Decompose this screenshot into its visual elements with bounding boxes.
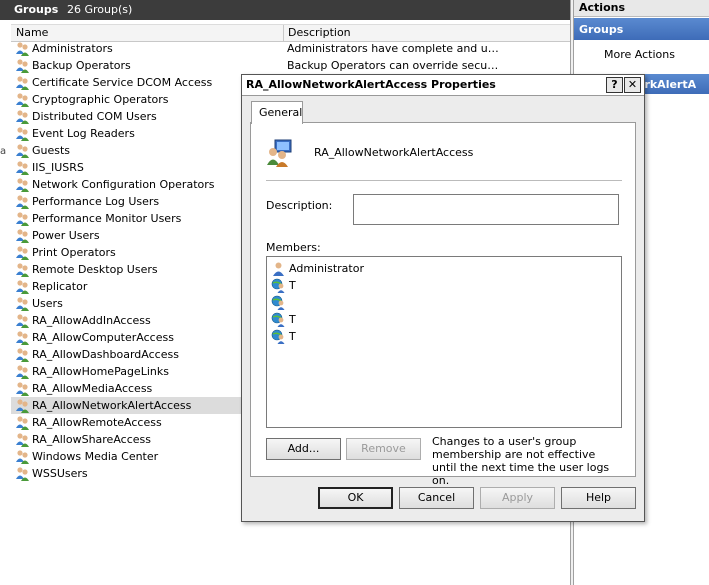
group-row-description: Backup Operators can override secu… — [287, 59, 499, 72]
group-row-name: Replicator — [32, 280, 88, 293]
group-icon — [15, 177, 30, 192]
group-row-name: Cryptographic Operators — [32, 93, 169, 106]
group-icon — [15, 449, 30, 464]
group-row-name: Performance Monitor Users — [32, 212, 182, 225]
group-row-name: Network Configuration Operators — [32, 178, 215, 191]
group-row-name: RA_AllowAddInAccess — [32, 314, 151, 327]
group-icon — [15, 466, 30, 481]
membership-note: Changes to a user's group membership are… — [432, 435, 610, 487]
group-row-name: Event Log Readers — [32, 127, 135, 140]
group-icon — [15, 364, 30, 379]
member-name: T — [289, 279, 296, 292]
close-icon[interactable]: ✕ — [624, 77, 641, 93]
column-name-header[interactable]: Name — [16, 26, 48, 39]
more-actions-link[interactable]: More Actions — [604, 48, 675, 61]
groups-header: Groups 26 Group(s) — [0, 0, 570, 20]
group-row-description: Administrators have complete and u… — [287, 42, 499, 55]
group-icon — [15, 279, 30, 294]
group-icon — [15, 415, 30, 430]
help-icon[interactable]: ? — [606, 77, 623, 93]
group-icon — [15, 126, 30, 141]
actions-section-label: Groups — [579, 23, 624, 36]
member-name: T — [289, 330, 296, 343]
group-icon — [15, 75, 30, 90]
group-row-name: IIS_IUSRS — [32, 161, 84, 174]
group-row-name: Print Operators — [32, 246, 116, 259]
stray-text: a — [0, 146, 7, 157]
column-separator[interactable] — [283, 25, 284, 41]
group-icon — [15, 109, 30, 124]
tab-general-label: General — [259, 106, 303, 119]
column-description-header[interactable]: Description — [288, 26, 351, 39]
actions-title: Actions — [579, 1, 625, 14]
group-icon — [15, 92, 30, 107]
group-icon — [15, 262, 30, 277]
group-row-name: Users — [32, 297, 63, 310]
member-name: Administrator — [289, 262, 364, 275]
group-row-name: Backup Operators — [32, 59, 131, 72]
group-name: RA_AllowNetworkAlertAccess — [314, 146, 474, 159]
user-icon — [271, 261, 286, 276]
cancel-button[interactable]: Cancel — [399, 487, 474, 509]
group-row[interactable]: Backup Operators Backup Operators can ove… — [11, 57, 570, 74]
group-icon — [15, 211, 30, 226]
actions-section-groups[interactable]: Groups — [574, 18, 709, 40]
group-icon — [267, 139, 292, 167]
group-icon — [15, 398, 30, 413]
group-row-name: Administrators — [32, 42, 113, 55]
group-row-name: RA_AllowNetworkAlertAccess — [32, 399, 192, 412]
properties-dialog: RA_AllowNetworkAlertAccess Properties ? … — [241, 74, 645, 522]
domain-user-icon — [271, 278, 286, 293]
domain-user-icon — [271, 295, 286, 310]
group-icon — [15, 245, 30, 260]
divider — [266, 180, 622, 181]
apply-button[interactable]: Apply — [480, 487, 555, 509]
group-row-name: RA_AllowHomePageLinks — [32, 365, 169, 378]
group-row-name: WSSUsers — [32, 467, 88, 480]
member-name: T — [289, 313, 296, 326]
group-icon — [15, 432, 30, 447]
group-row-name: RA_AllowShareAccess — [32, 433, 151, 446]
description-label: Description: — [266, 199, 333, 212]
group-icon — [15, 194, 30, 209]
group-row-name: Guests — [32, 144, 71, 157]
group-row-name: Performance Log Users — [32, 195, 160, 208]
tab-general[interactable]: General — [251, 101, 303, 124]
group-icon — [15, 58, 30, 73]
group-icon — [15, 296, 30, 311]
group-icon — [15, 381, 30, 396]
group-icon — [15, 41, 30, 56]
help-button[interactable]: Help — [561, 487, 636, 509]
group-row-name: Power Users — [32, 229, 100, 242]
group-icon — [15, 160, 30, 175]
group-row[interactable]: Administrators Administrators have comple… — [11, 40, 570, 57]
actions-title-bar: Actions — [574, 0, 709, 17]
group-row-name: Certificate Service DCOM Access — [32, 76, 213, 89]
groups-title: Groups — [14, 3, 59, 16]
members-label: Members: — [266, 241, 321, 254]
group-row-name: RA_AllowRemoteAccess — [32, 416, 162, 429]
groups-count: 26 Group(s) — [67, 3, 133, 16]
dialog-title: RA_AllowNetworkAlertAccess Properties — [246, 78, 496, 91]
group-icon — [15, 347, 30, 362]
add-button[interactable]: Add... — [266, 438, 341, 460]
domain-user-icon — [271, 329, 286, 344]
group-row-name: RA_AllowComputerAccess — [32, 331, 174, 344]
group-row-name: Remote Desktop Users — [32, 263, 158, 276]
group-row-name: RA_AllowMediaAccess — [32, 382, 153, 395]
dialog-title-bar[interactable]: RA_AllowNetworkAlertAccess Properties ? … — [242, 75, 644, 96]
members-list[interactable]: Administrator T T T — [266, 256, 622, 428]
group-row-name: Distributed COM Users — [32, 110, 157, 123]
general-tab-page: RA_AllowNetworkAlertAccess Description: … — [250, 122, 636, 487]
group-row-name: RA_AllowDashboardAccess — [32, 348, 179, 361]
group-row-name: Windows Media Center — [32, 450, 159, 463]
domain-user-icon — [271, 312, 286, 327]
group-icon — [15, 228, 30, 243]
description-field[interactable] — [353, 194, 619, 225]
ok-button[interactable]: OK — [318, 487, 393, 509]
group-icon — [15, 330, 30, 345]
remove-button[interactable]: Remove — [346, 438, 421, 460]
group-icon — [15, 143, 30, 158]
group-icon — [15, 313, 30, 328]
